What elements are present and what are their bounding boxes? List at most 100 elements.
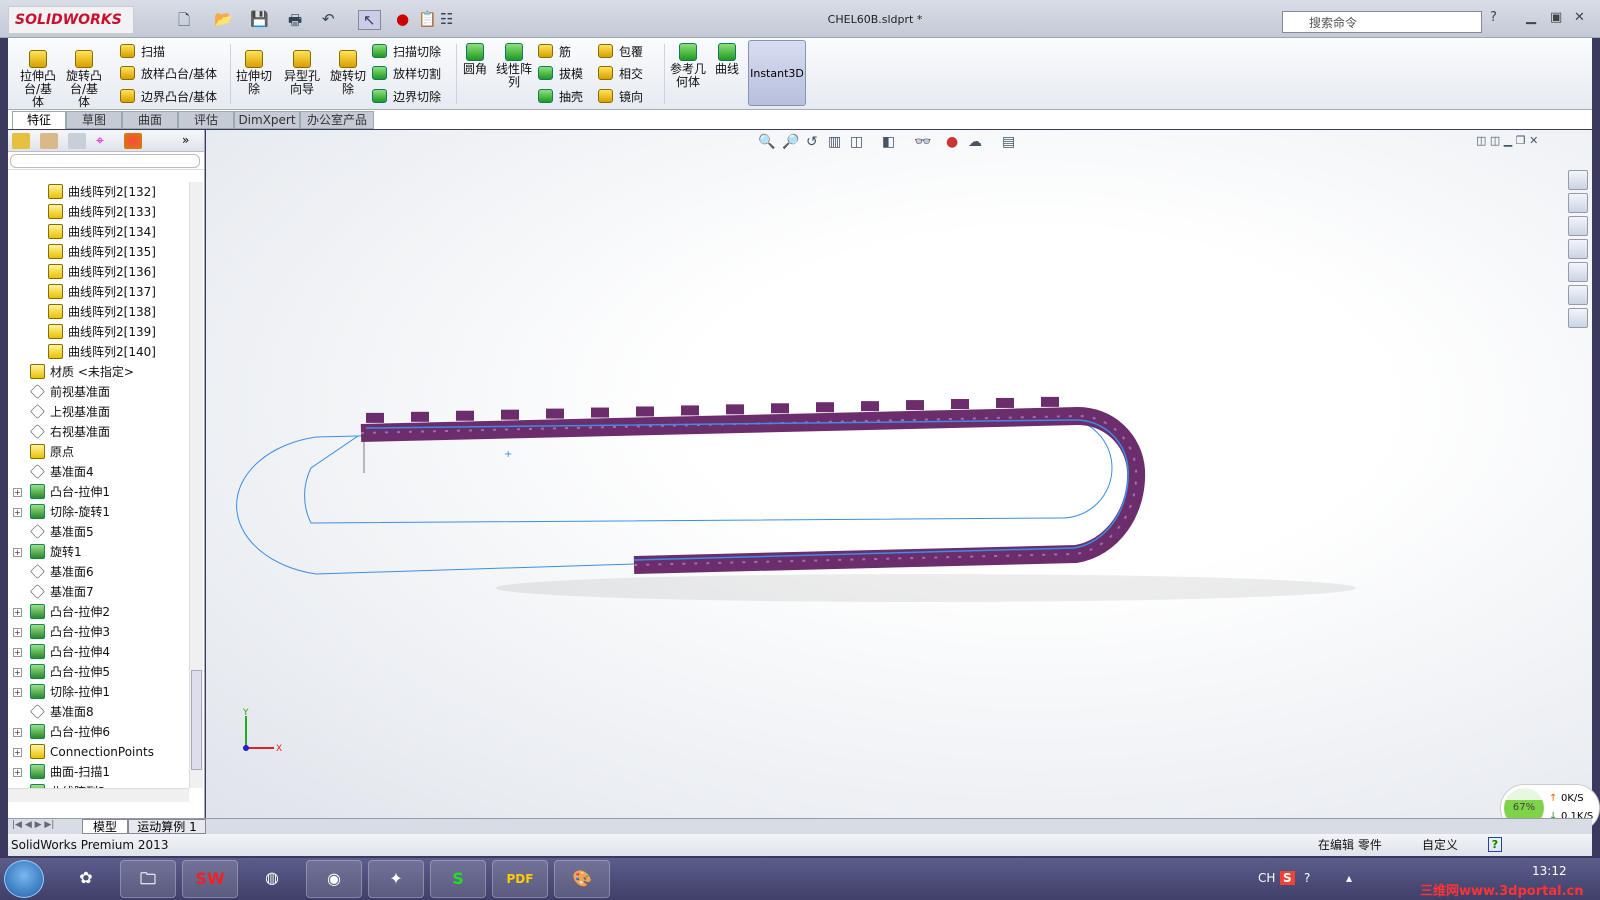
firefox-taskbar-icon[interactable]: ◉ bbox=[306, 860, 362, 898]
open-file-icon[interactable]: 📂 bbox=[214, 10, 233, 28]
tree-item[interactable]: 前视基准面 bbox=[30, 382, 110, 402]
expand-icon[interactable]: + bbox=[13, 548, 22, 557]
tree-item[interactable]: 右视基准面 bbox=[30, 422, 110, 442]
loft-boss-button[interactable]: 放样凸台/基体 bbox=[120, 65, 217, 82]
chain-model[interactable]: + bbox=[206, 130, 1592, 818]
tree-item[interactable]: + ConnectionPoints bbox=[13, 742, 154, 762]
tree-item[interactable]: 上视基准面 bbox=[30, 402, 110, 422]
filter-input[interactable] bbox=[10, 154, 200, 168]
extrude-boss-button[interactable]: 拉伸凸台/基体 bbox=[20, 50, 56, 109]
feature-tree-icon[interactable] bbox=[12, 133, 30, 149]
tree-item[interactable]: 材质 <未指定> bbox=[30, 362, 134, 382]
tree-item[interactable]: + 凸台-拉伸6 bbox=[13, 722, 110, 742]
curves-button[interactable]: 曲线 bbox=[712, 43, 742, 76]
file-explorer-taskbar-icon[interactable]: 🗀 bbox=[120, 860, 176, 898]
tree-item[interactable]: 曲线阵列2[138] bbox=[48, 302, 156, 322]
tree-item[interactable]: + 切除-旋转1 bbox=[13, 502, 110, 522]
solidworks-taskbar-icon[interactable]: SW bbox=[182, 860, 238, 898]
tree-vertical-scrollbar[interactable] bbox=[189, 182, 203, 788]
minimize-icon[interactable]: ▁ bbox=[1526, 10, 1536, 25]
tree-item[interactable]: 曲线阵列2[133] bbox=[48, 202, 156, 222]
tree-item[interactable]: 曲线阵列2[132] bbox=[48, 182, 156, 202]
solidworks-logo[interactable]: SOLIDWORKS bbox=[8, 6, 134, 34]
rebuild-icon[interactable]: ● bbox=[396, 10, 409, 28]
tab-evaluate[interactable]: 评估 bbox=[178, 111, 234, 129]
clock[interactable]: 13:12 bbox=[1532, 864, 1567, 878]
tree-item[interactable]: + 凸台-拉伸1 bbox=[13, 482, 110, 502]
expand-icon[interactable]: + bbox=[13, 668, 22, 677]
tree-item[interactable]: 原点 bbox=[30, 442, 74, 462]
help-icon[interactable]: ? bbox=[1490, 10, 1497, 25]
extrude-cut-button[interactable]: 拉伸切除 bbox=[236, 50, 272, 96]
input-language[interactable]: CH bbox=[1258, 871, 1275, 885]
graphics-area[interactable]: 🔍 🔎 ↺ ▥ ◫ ◧ 👓 ● ☁ ▤ ◫ ◫ ▁ ❐ ✕ + Y X bbox=[206, 130, 1592, 818]
save-icon[interactable]: 💾 bbox=[250, 10, 269, 28]
tree-item[interactable]: + 曲面-扫描1 bbox=[13, 762, 110, 782]
tree-item[interactable]: + 旋转1 bbox=[13, 542, 82, 562]
tree-item[interactable]: 曲线阵列2[136] bbox=[48, 262, 156, 282]
expand-icon[interactable]: + bbox=[13, 728, 22, 737]
sweep-button[interactable]: 扫描 bbox=[120, 43, 165, 60]
tree-item[interactable]: 曲线阵列2[135] bbox=[48, 242, 156, 262]
tree-item[interactable]: + 凸台-拉伸3 bbox=[13, 622, 110, 642]
tab-motion-study[interactable]: 运动算例 1 bbox=[128, 819, 206, 834]
tree-filter[interactable] bbox=[8, 152, 204, 170]
tree-horizontal-scrollbar[interactable] bbox=[8, 788, 189, 802]
pdf-taskbar-icon[interactable]: PDF bbox=[492, 860, 548, 898]
browser-taskbar-icon[interactable]: ◍ bbox=[244, 860, 300, 898]
sweep-cut-button[interactable]: 扫描切除 bbox=[372, 43, 441, 60]
help-icon[interactable]: ? bbox=[1488, 837, 1502, 852]
tree-item[interactable]: + 切除-拉伸1 bbox=[13, 682, 110, 702]
help-tray-icon[interactable]: ? bbox=[1304, 871, 1310, 885]
tab-surfaces[interactable]: 曲面 bbox=[122, 111, 178, 129]
print-icon[interactable]: 🖶 bbox=[288, 10, 302, 35]
expand-icon[interactable]: + bbox=[13, 488, 22, 497]
shell-button[interactable]: 抽壳 bbox=[538, 88, 583, 105]
new-file-icon[interactable]: 🗋 bbox=[178, 10, 190, 35]
tree-item[interactable]: 基准面4 bbox=[30, 462, 94, 482]
loft-cut-button[interactable]: 放样切割 bbox=[372, 65, 441, 82]
expand-icon[interactable]: + bbox=[13, 748, 22, 757]
search-commands-input[interactable]: 搜索命令 bbox=[1282, 11, 1482, 33]
units-selector[interactable]: 自定义 bbox=[1422, 834, 1458, 856]
display-manager-icon[interactable] bbox=[124, 133, 142, 149]
show-hidden-icons[interactable]: ▴ bbox=[1346, 871, 1352, 885]
start-button[interactable] bbox=[4, 860, 44, 898]
configuration-manager-icon[interactable] bbox=[68, 133, 86, 149]
tab-features[interactable]: 特征 bbox=[12, 111, 66, 129]
tree-item[interactable]: 基准面8 bbox=[30, 702, 94, 722]
intersect-button[interactable]: 相交 bbox=[598, 65, 643, 82]
undo-icon[interactable]: ↶ bbox=[322, 10, 335, 28]
tree-item[interactable]: 曲线阵列2[137] bbox=[48, 282, 156, 302]
close-icon[interactable]: ✕ bbox=[1574, 10, 1585, 25]
draft-button[interactable]: 拔模 bbox=[538, 65, 583, 82]
app-s-taskbar-icon[interactable]: S bbox=[430, 860, 486, 898]
hole-wizard-button[interactable]: 异型孔向导 bbox=[282, 50, 322, 96]
paint-taskbar-icon[interactable]: 🎨 bbox=[554, 860, 610, 898]
linear-pattern-button[interactable]: 线性阵列 bbox=[494, 43, 534, 89]
maximize-icon[interactable]: ▣ bbox=[1550, 10, 1562, 25]
tab-nav-arrows[interactable]: |◀ ◀ ▶ ▶| bbox=[12, 820, 54, 830]
revolve-cut-button[interactable]: 旋转切除 bbox=[328, 50, 368, 96]
app-icon-1[interactable]: ✿ bbox=[58, 860, 114, 898]
options-icon[interactable]: ☷ bbox=[440, 10, 453, 28]
tab-model[interactable]: 模型 bbox=[82, 819, 128, 834]
tree-item[interactable]: 曲线阵列2[140] bbox=[48, 342, 156, 362]
tree-item[interactable]: + 凸台-拉伸4 bbox=[13, 642, 110, 662]
mirror-button[interactable]: 镜向 bbox=[598, 88, 643, 105]
dimxpert-manager-icon[interactable]: ⌖ bbox=[96, 133, 114, 149]
tab-office-products[interactable]: 办公室产品 bbox=[300, 111, 374, 129]
tree-item[interactable]: + 凸台-拉伸2 bbox=[13, 602, 110, 622]
file-properties-icon[interactable]: 📋 bbox=[418, 10, 437, 28]
expand-icon[interactable]: + bbox=[13, 688, 22, 697]
tab-sketch[interactable]: 草图 bbox=[66, 111, 122, 129]
property-manager-icon[interactable] bbox=[40, 133, 58, 149]
tree-item[interactable]: 基准面5 bbox=[30, 522, 94, 542]
expand-icon[interactable]: + bbox=[13, 608, 22, 617]
boundary-boss-button[interactable]: 边界凸台/基体 bbox=[120, 88, 217, 105]
fillet-button[interactable]: 圆角 bbox=[460, 43, 490, 76]
revolve-boss-button[interactable]: 旋转凸台/基体 bbox=[66, 50, 102, 109]
boundary-cut-button[interactable]: 边界切除 bbox=[372, 88, 441, 105]
tree-item[interactable]: 基准面6 bbox=[30, 562, 94, 582]
expand-icon[interactable]: + bbox=[13, 628, 22, 637]
